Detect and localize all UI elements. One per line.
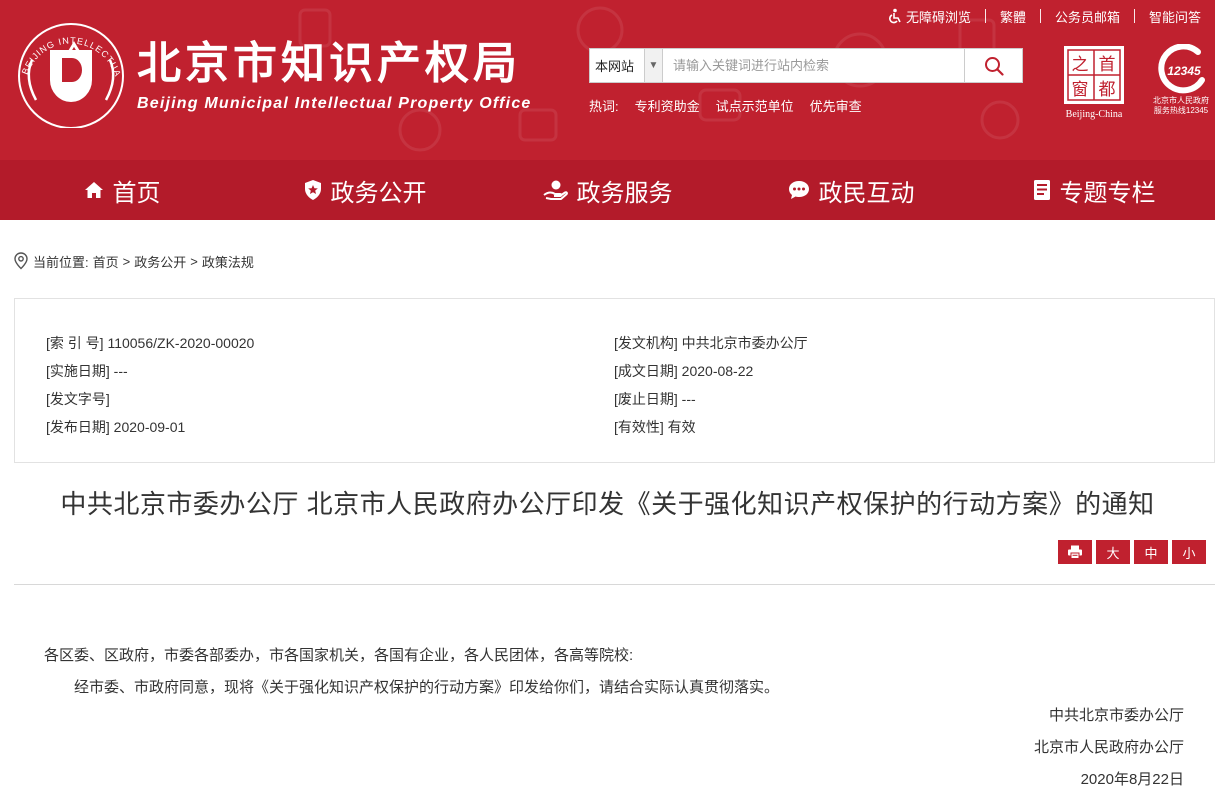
accessibility-link[interactable]: 无障碍浏览 — [872, 7, 985, 26]
document-metadata-box: [索 引 号] 110056/ZK-2020-00020 [实施日期] --- … — [14, 298, 1215, 463]
breadcrumb-prefix: 当前位置: — [33, 254, 89, 270]
accessibility-icon — [888, 8, 901, 24]
nav-item-government-affairs[interactable]: 政务公开 — [243, 160, 486, 220]
nav-item-label: 首页 — [112, 179, 161, 207]
font-size-small-button[interactable]: 小 — [1172, 540, 1206, 564]
home-icon — [84, 182, 103, 198]
top-link-divider — [1039, 9, 1041, 23]
font-size-medium-button[interactable]: 中 — [1134, 540, 1168, 564]
hotline-emblem: 12345 — [1158, 43, 1205, 94]
top-link-divider — [1133, 9, 1135, 23]
ip-office-emblem-logo[interactable]: BEIJING INTELLECTUAL PROPERTY — [12, 20, 130, 128]
hotline-caption-line: 北京市人民政府 — [1153, 96, 1209, 105]
breadcrumb-separator: > — [190, 253, 198, 269]
nav-item-special-topics[interactable]: 专题专栏 — [972, 160, 1215, 220]
chat-icon — [788, 181, 809, 199]
capital-window-emblem: 之 首 窗 都 — [1064, 46, 1124, 104]
site-title: 北京市知识产权局 — [137, 38, 521, 89]
search-button[interactable] — [965, 48, 1023, 83]
meta-publish-date: [发布日期] 2020-09-01 — [46, 419, 186, 435]
capital-char: 之 — [1072, 55, 1089, 75]
breadcrumb-separator: > — [122, 253, 131, 269]
bookmark-icon — [1033, 180, 1050, 200]
printer-icon — [1068, 545, 1082, 559]
capital-char: 首 — [1099, 55, 1116, 75]
smart-qa-link[interactable]: 智能问答 — [1135, 7, 1201, 26]
metadata-column-left: [索 引 号] 110056/ZK-2020-00020 [实施日期] --- … — [46, 329, 254, 441]
meta-repeal-date: [废止日期] --- — [614, 391, 696, 407]
article-salutation: 各区委、区政府，市委各部委办，市各国家机关，各国有企业，各人民团体，各高等院校: — [44, 647, 634, 664]
article-paragraph: 经市委、市政府同意，现将《关于强化知识产权保护的行动方案》印发给你们，请结合实际… — [74, 679, 780, 696]
service-hand-icon — [542, 180, 568, 200]
nav-item-government-services[interactable]: 政务服务 — [486, 160, 729, 220]
meta-effective-date: [实施日期] --- — [46, 363, 128, 379]
breadcrumb-link-home[interactable]: 首页 — [93, 252, 119, 271]
chevron-down-icon: ▼ — [644, 49, 662, 82]
hot-word-link[interactable]: 试点示范单位 — [716, 96, 794, 115]
civil-servant-mail-link[interactable]: 公务员邮箱 — [1041, 7, 1134, 26]
article-title: 中共北京市委办公厅 北京市人民政府办公厅印发《关于强化知识产权保护的行动方案》的… — [60, 489, 1155, 519]
print-button[interactable] — [1058, 540, 1092, 564]
hotline-number: 12345 — [1167, 64, 1201, 78]
civil-servant-mail-label: 公务员邮箱 — [1054, 9, 1120, 25]
top-links: 无障碍浏览 繁體 公务员邮箱 智能问答 — [872, 6, 1201, 26]
search-icon — [984, 56, 1004, 76]
article-signature: 中共北京市委办公厅 北京市人民政府办公厅 2020年8月22日 — [1034, 700, 1184, 796]
meta-document-number: [发文字号] — [46, 391, 110, 407]
signature-line: 北京市人民政府办公厅 — [1033, 739, 1184, 756]
hot-word-link[interactable]: 专利资助金 — [635, 96, 700, 115]
site-header: 无障碍浏览 繁體 公务员邮箱 智能问答 BEIJING INTELLECTUAL… — [0, 0, 1215, 160]
article-body: 各区委、区政府，市委各部委办，市各国家机关，各国有企业，各人民团体，各高等院校:… — [44, 640, 1184, 704]
hotline-caption: 北京市人民政府 服务热线12345 — [1148, 96, 1214, 116]
capital-char: 窗 — [1072, 80, 1089, 100]
hotline-12345-logo[interactable]: 12345 北京市人民政府 服务热线12345 — [1148, 43, 1214, 120]
top-link-divider — [984, 9, 986, 23]
hotline-caption-line: 服务热线12345 — [1153, 106, 1209, 115]
search-scope-label: 本网站 — [595, 59, 635, 74]
capital-char: 都 — [1099, 80, 1116, 100]
traditional-chinese-link[interactable]: 繁體 — [986, 7, 1040, 26]
article-tools: 大 中 小 — [1058, 540, 1206, 564]
smart-qa-label: 智能问答 — [1148, 9, 1201, 25]
location-pin-icon — [14, 252, 28, 270]
metadata-column-right: [发文机构] 中共北京市委办公厅 [成文日期] 2020-08-22 [废止日期… — [614, 329, 808, 441]
site-search: 本网站 ▼ — [589, 48, 1023, 83]
main-nav: 首页 政务公开 政务服务 政民互动 专题专栏 — [0, 160, 1215, 220]
hot-words-label: 热词: — [589, 99, 619, 114]
search-scope-select[interactable]: 本网站 ▼ — [589, 48, 663, 83]
accessibility-label: 无障碍浏览 — [905, 9, 971, 25]
nav-item-label: 政务服务 — [576, 179, 673, 207]
meta-validity: [有效性] 有效 — [614, 419, 696, 435]
capital-window-logo[interactable]: 之 首 窗 都 Beijing-China — [1060, 44, 1128, 120]
breadcrumb-link-government-affairs[interactable]: 政务公开 — [134, 252, 186, 271]
site-subtitle: Beijing Municipal Intellectual Property … — [137, 95, 532, 112]
hot-words: 热词: 专利资助金 试点示范单位 优先审查 — [589, 96, 862, 115]
breadcrumb: 当前位置: 首页 > 政务公开 > 政策法规 — [13, 252, 254, 270]
meta-issuing-agency: [发文机构] 中共北京市委办公厅 — [614, 335, 808, 351]
nav-item-public-interaction[interactable]: 政民互动 — [729, 160, 972, 220]
search-input[interactable] — [663, 48, 965, 83]
nav-item-label: 政务公开 — [330, 179, 427, 207]
nav-item-home[interactable]: 首页 — [0, 160, 243, 220]
signature-line: 中共北京市委办公厅 — [1048, 707, 1184, 724]
nav-item-label: 政民互动 — [818, 179, 915, 207]
title-divider — [14, 584, 1215, 585]
hot-word-link[interactable]: 优先审查 — [810, 96, 862, 115]
font-size-large-button[interactable]: 大 — [1096, 540, 1130, 564]
signature-date: 2020年8月22日 — [1080, 771, 1184, 788]
meta-written-date: [成文日期] 2020-08-22 — [614, 363, 754, 379]
traditional-chinese-label: 繁體 — [999, 9, 1026, 25]
shield-icon — [304, 180, 321, 200]
nav-item-label: 专题专栏 — [1059, 179, 1156, 207]
meta-index-number: [索 引 号] 110056/ZK-2020-00020 — [46, 335, 255, 351]
capital-logo-label: Beijing-China — [1065, 109, 1123, 120]
breadcrumb-link-policy[interactable]: 政策法规 — [202, 252, 254, 271]
